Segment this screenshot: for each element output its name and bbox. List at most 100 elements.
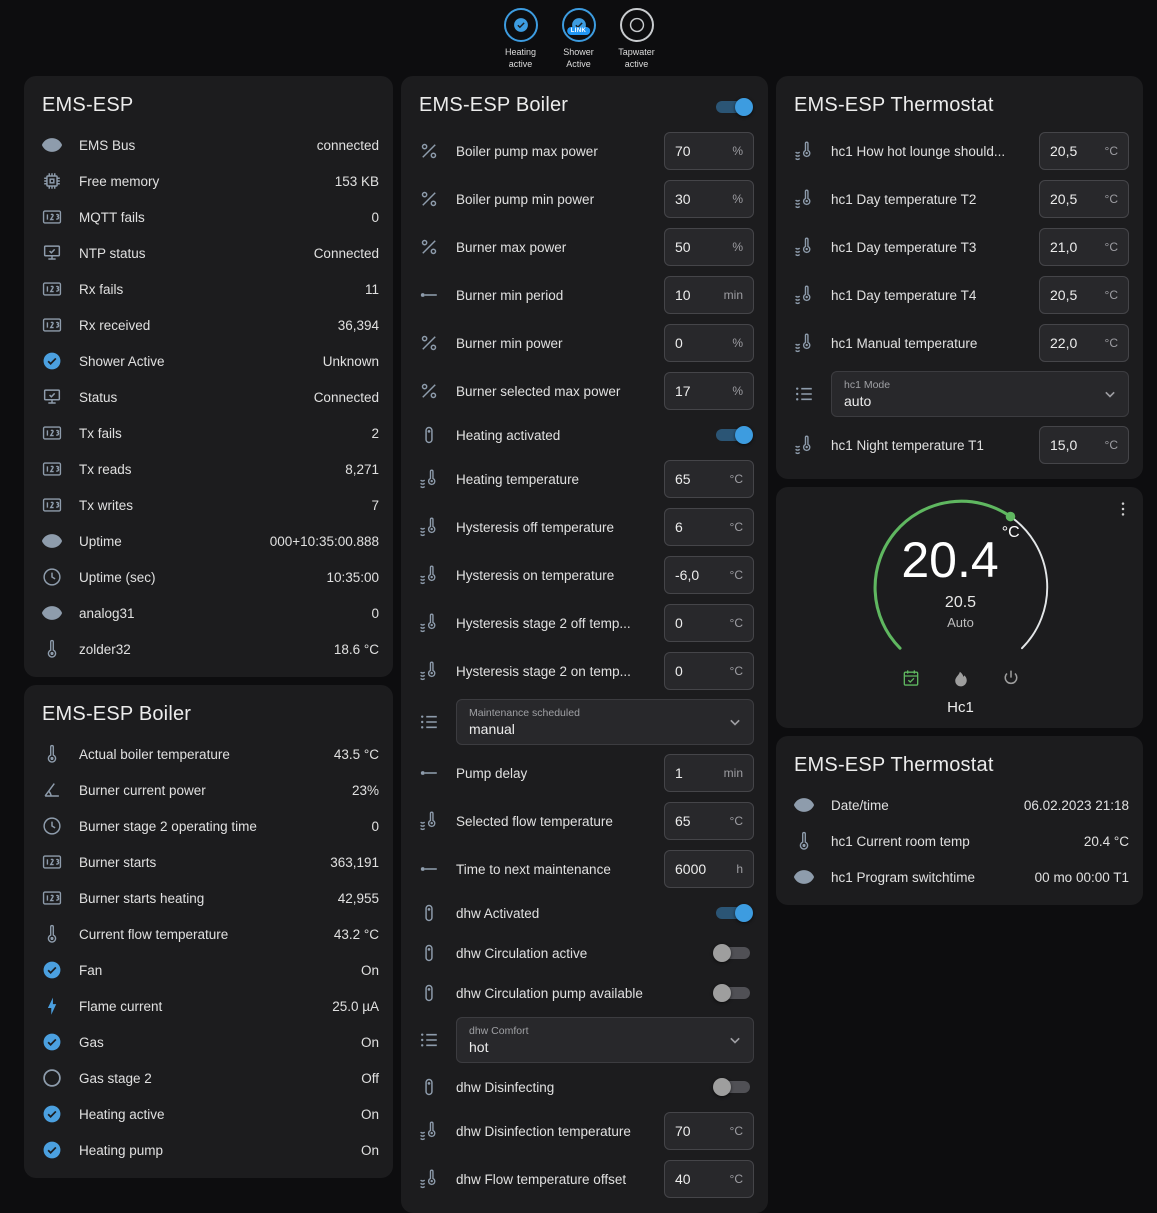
entity-label: Hysteresis stage 2 on temp... [456,664,664,679]
thermo-water-icon [417,515,441,539]
toggle-switch[interactable] [712,903,754,923]
status-badge[interactable]: LINK ShowerActive [556,8,602,70]
number-input[interactable]: 20,5 °C [1039,276,1129,314]
toggle-switch[interactable] [712,425,754,445]
number-entity-row: hc1 Manual temperature 22,0 °C [792,319,1129,367]
number-input[interactable]: 70 °C [664,1112,754,1150]
switch-icon [417,941,441,965]
check-circle-icon [40,958,64,982]
number-input[interactable]: 6 °C [664,508,754,546]
select-input[interactable]: Maintenance scheduled manual [456,699,754,745]
number-unit: min [724,766,743,780]
number-input[interactable]: 17 % [664,372,754,410]
number-input[interactable]: 0 °C [664,604,754,642]
number-input[interactable]: 65 °C [664,802,754,840]
sensor-row[interactable]: EMS Bus connected [40,127,379,163]
sensor-row[interactable]: Free memory 153 KB [40,163,379,199]
number-unit: % [732,144,743,158]
number-input[interactable]: -6,0 °C [664,556,754,594]
sensor-row[interactable]: Uptime 000+10:35:00.888 [40,523,379,559]
sensor-row[interactable]: Rx received 36,394 [40,307,379,343]
number-value: 30 [675,191,691,207]
sensor-row[interactable]: hc1 Current room temp 20.4 °C [792,823,1129,859]
thermostat-name: Hc1 [792,699,1129,716]
number-input[interactable]: 20,5 °C [1039,132,1129,170]
sensor-row[interactable]: Flame current 25.0 µA [40,988,379,1024]
angle-icon [40,778,64,802]
sensor-row[interactable]: Gas stage 2 Off [40,1060,379,1096]
number-input[interactable]: 50 % [664,228,754,266]
status-badges: Heatingactive LINK ShowerActive Tapwater… [498,8,660,70]
number-value: 65 [675,471,691,487]
number-input[interactable]: 1 min [664,754,754,792]
hvac-mode-button[interactable] [949,666,973,690]
sensor-row[interactable]: zolder32 18.6 °C [40,631,379,667]
sensor-row[interactable]: Actual boiler temperature 43.5 °C [40,736,379,772]
thermo-water-icon [792,139,816,163]
number-unit: °C [1105,240,1118,254]
number-input[interactable]: 6000 h [664,850,754,888]
sensor-row[interactable]: Uptime (sec) 10:35:00 [40,559,379,595]
sensor-row[interactable]: hc1 Program switchtime 00 mo 00:00 T1 [792,859,1129,895]
number-value: 15,0 [1050,437,1077,453]
number-input[interactable]: 70 % [664,132,754,170]
number-input[interactable]: 0 °C [664,652,754,690]
more-menu-button[interactable] [1111,497,1135,521]
entity-value: 18.6 °C [334,642,379,657]
sensor-row[interactable]: Tx reads 8,271 [40,451,379,487]
thermostat-dial[interactable]: 20.4°C 20.5 Auto [865,499,1057,662]
sensor-row[interactable]: Status Connected [40,379,379,415]
entity-label: Gas stage 2 [79,1071,361,1086]
number-input[interactable]: 15,0 °C [1039,426,1129,464]
number-input[interactable]: 21,0 °C [1039,228,1129,266]
boiler-master-toggle[interactable] [712,97,754,117]
number-input[interactable]: 10 min [664,276,754,314]
hvac-mode-buttons [792,666,1129,690]
sensor-row[interactable]: Fan On [40,952,379,988]
number-input[interactable]: 20,5 °C [1039,180,1129,218]
number-input[interactable]: 22,0 °C [1039,324,1129,362]
number-entity-row: dhw Flow temperature offset 40 °C [417,1155,754,1203]
number-unit: % [732,240,743,254]
number-input[interactable]: 65 °C [664,460,754,498]
sensor-row[interactable]: analog31 0 [40,595,379,631]
entity-rows: Boiler pump max power 70 % Boiler pump m… [417,127,754,1203]
sensor-row[interactable]: Gas On [40,1024,379,1060]
sensor-row[interactable]: Burner starts 363,191 [40,844,379,880]
sensor-row[interactable]: Shower Active Unknown [40,343,379,379]
toggle-switch[interactable] [712,1077,754,1097]
number-input[interactable]: 40 °C [664,1160,754,1198]
sensor-row[interactable]: NTP status Connected [40,235,379,271]
select-input[interactable]: dhw Comfort hot [456,1017,754,1063]
number-entity-row: Time to next maintenance 6000 h [417,845,754,893]
entity-value: 10:35:00 [326,570,379,585]
select-input[interactable]: hc1 Mode auto [831,371,1129,417]
counter-icon [40,421,64,445]
sensor-row[interactable]: Tx fails 2 [40,415,379,451]
entity-label: dhw Circulation pump available [456,986,712,1001]
sensor-row[interactable]: Current flow temperature 43.2 °C [40,916,379,952]
select-value: manual [469,721,717,737]
hvac-mode-button[interactable] [899,666,923,690]
toggle-switch[interactable] [712,983,754,1003]
number-input[interactable]: 0 % [664,324,754,362]
status-badge[interactable]: Tapwateractive [614,8,660,70]
sensor-row[interactable]: Burner starts heating 42,955 [40,880,379,916]
dashboard: EMS-ESP EMS Bus connected Free memory 15… [0,76,1157,1213]
status-badge[interactable]: Heatingactive [498,8,544,70]
entity-label: Selected flow temperature [456,814,664,829]
sensor-row[interactable]: Heating active On [40,1096,379,1132]
sensor-row[interactable]: Burner current power 23% [40,772,379,808]
sensor-row[interactable]: Date/time 06.02.2023 21:18 [792,787,1129,823]
toggle-switch[interactable] [712,943,754,963]
sensor-row[interactable]: Tx writes 7 [40,487,379,523]
number-input[interactable]: 30 % [664,180,754,218]
hvac-mode-button[interactable] [999,666,1023,690]
number-value: 20,5 [1050,191,1077,207]
sensor-row[interactable]: Heating pump On [40,1132,379,1168]
sensor-row[interactable]: MQTT fails 0 [40,199,379,235]
badge-label: Heatingactive [505,47,536,70]
dial-readout: 20.4°C 20.5 Auto [865,499,1057,662]
sensor-row[interactable]: Rx fails 11 [40,271,379,307]
sensor-row[interactable]: Burner stage 2 operating time 0 [40,808,379,844]
